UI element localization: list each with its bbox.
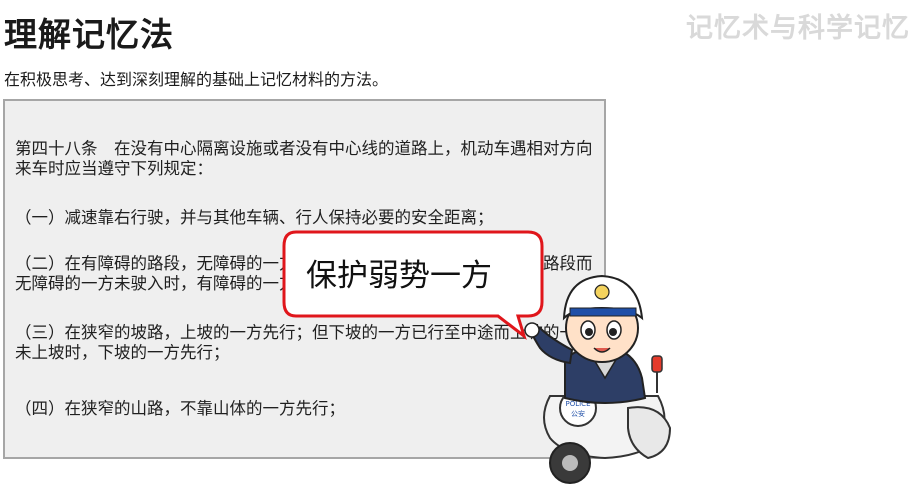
callout-text: 保护弱势一方	[306, 258, 492, 294]
page-subtitle: 在积极思考、达到深刻理解的基础上记忆材料的方法。	[4, 70, 389, 89]
police-badge-icon	[594, 284, 610, 300]
page-title: 理解记忆法	[4, 15, 174, 54]
badge-sub-text: 公安	[571, 409, 585, 418]
regulation-article: 第四十八条 在没有中心隔离设施或者没有中心线的道路上，机动车遇相对方向来车时应当…	[15, 139, 593, 178]
police-officer-illustration: POLICE 公安	[524, 274, 672, 484]
watermark: 记忆术与科学记忆	[686, 13, 910, 44]
regulation-item-1: （一）减速靠右行驶，并与其他车辆、行人保持必要的安全距离；	[15, 208, 494, 227]
